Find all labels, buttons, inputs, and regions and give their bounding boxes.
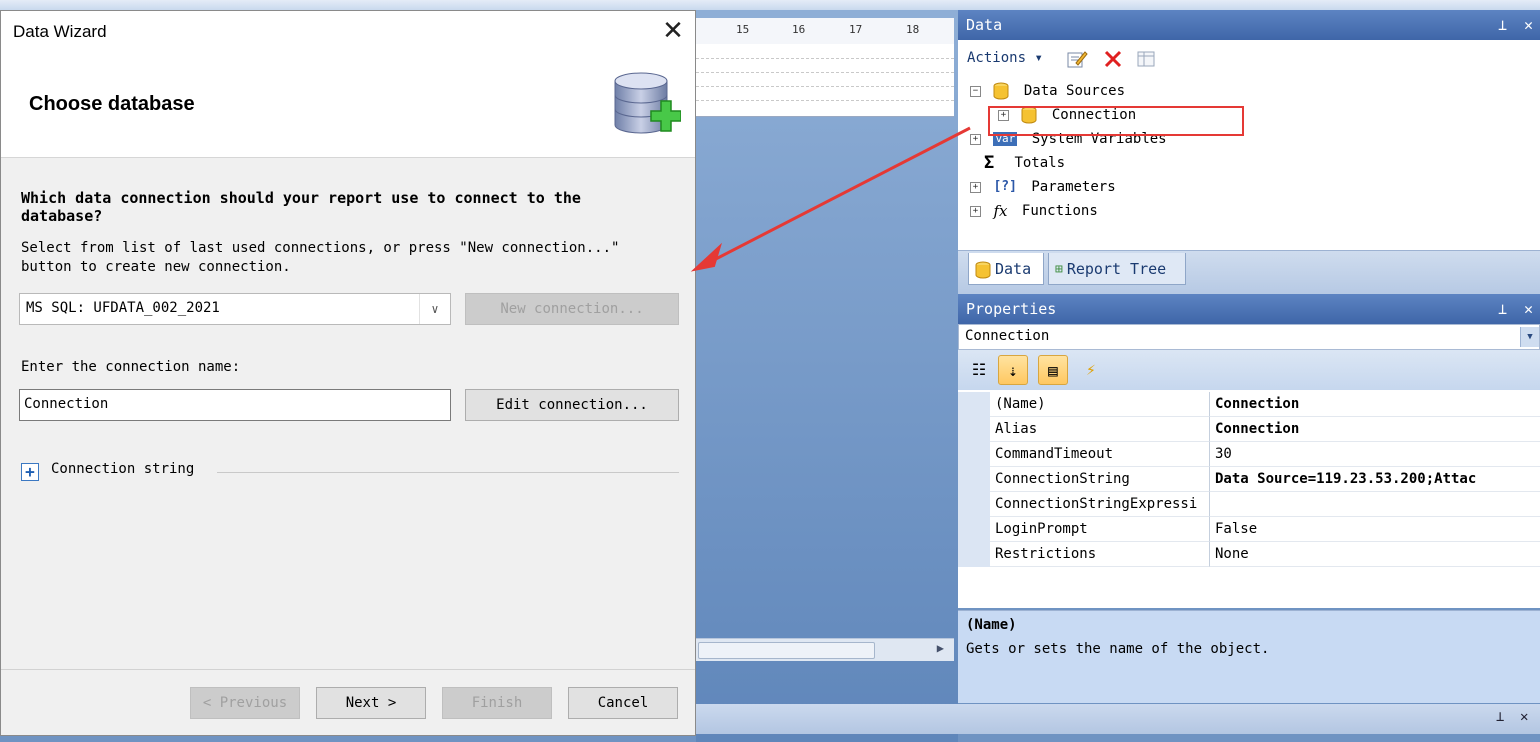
ruler-tick: 17: [849, 23, 863, 36]
object-selector[interactable]: Connection ▼: [958, 324, 1540, 350]
collapse-icon[interactable]: −: [970, 85, 981, 97]
property-value[interactable]: False: [1210, 517, 1540, 542]
ruler-tick: 18: [906, 23, 920, 36]
property-row[interactable]: Restrictions None: [958, 542, 1540, 567]
description-text: Gets or sets the name of the object.: [966, 641, 1270, 657]
property-value[interactable]: Data Source=119.23.53.200;Attac: [1210, 467, 1540, 492]
data-toolbar: Actions ▾: [958, 44, 1540, 74]
property-name: ConnectionStringExpressi: [990, 492, 1210, 517]
close-icon[interactable]: ✕: [661, 17, 685, 43]
sort-alphabetical-icon[interactable]: ⇣: [998, 355, 1028, 385]
database-icon: [993, 82, 1009, 100]
property-row[interactable]: (Name) Connection: [958, 392, 1540, 417]
property-value[interactable]: 30: [1210, 442, 1540, 467]
bottom-panel-title: ⊥ ✕: [696, 704, 1540, 734]
page-title: Choose database: [29, 93, 195, 115]
categorized-icon[interactable]: ☷: [964, 355, 994, 385]
property-description: (Name) Gets or sets the name of the obje…: [958, 610, 1540, 703]
chevron-down-icon[interactable]: ∨: [419, 294, 450, 324]
footer-divider: [1, 669, 695, 670]
question-text: Which data connection should your report…: [21, 189, 581, 225]
dialog-header: Data Wizard ✕ Choose database: [1, 11, 695, 158]
tree-item-data-sources[interactable]: − Data Sources: [970, 80, 1125, 102]
property-name: Restrictions: [990, 542, 1210, 567]
delete-icon[interactable]: [1103, 49, 1123, 69]
property-row[interactable]: Alias Connection: [958, 417, 1540, 442]
database-add-icon: [614, 72, 681, 134]
close-icon[interactable]: ✕: [1524, 294, 1533, 324]
property-grid: (Name) Connection Alias Connection Comma…: [958, 390, 1540, 608]
property-name: Alias: [990, 417, 1210, 442]
data-wizard-dialog: Data Wizard ✕ Choose database Which data…: [0, 10, 696, 736]
properties-toolbar: ☷ ⇣ ▤ ⚡: [958, 350, 1540, 391]
divider: [217, 472, 679, 473]
data-panel-title-text: Data: [966, 16, 1003, 34]
table-icon[interactable]: [1136, 49, 1158, 69]
cancel-button[interactable]: Cancel: [568, 687, 678, 719]
chevron-down-icon[interactable]: ▼: [1520, 327, 1539, 347]
edit-connection-button[interactable]: Edit connection...: [465, 389, 679, 421]
instructions-text: Select from list of last used connection…: [21, 240, 620, 275]
property-row[interactable]: ConnectionString Data Source=119.23.53.2…: [958, 467, 1540, 492]
property-pages-icon[interactable]: ▤: [1038, 355, 1068, 385]
new-connection-button[interactable]: New connection...: [465, 293, 679, 325]
data-panel-tabs: Data ⊞ Report Tree: [958, 250, 1540, 295]
property-value[interactable]: None: [1210, 542, 1540, 567]
property-value[interactable]: [1210, 492, 1540, 517]
property-row[interactable]: LoginPrompt False: [958, 517, 1540, 542]
highlight-box: [988, 106, 1244, 136]
property-name: (Name): [990, 392, 1210, 417]
description-title: (Name): [966, 617, 1017, 633]
close-icon[interactable]: ✕: [1524, 10, 1533, 40]
previous-button[interactable]: < Previous: [190, 687, 300, 719]
property-value[interactable]: Connection: [1210, 417, 1540, 442]
property-value[interactable]: Connection: [1210, 392, 1540, 417]
report-page[interactable]: [696, 44, 954, 117]
ruler-tick: 16: [792, 23, 806, 36]
events-icon[interactable]: ⚡: [1076, 355, 1106, 385]
pin-icon[interactable]: ⊥: [1496, 709, 1504, 725]
connection-select[interactable]: MS SQL: UFDATA_002_2021 ∨: [19, 293, 451, 325]
property-row[interactable]: ConnectionStringExpressi: [958, 492, 1540, 517]
horizontal-scrollbar[interactable]: ▶: [696, 638, 954, 661]
property-name: CommandTimeout: [990, 442, 1210, 467]
close-icon[interactable]: ✕: [1520, 709, 1528, 725]
expand-icon[interactable]: +: [21, 463, 39, 481]
pin-icon[interactable]: ⊥: [1498, 294, 1507, 324]
data-panel-title: Data ⊥ ✕: [958, 10, 1540, 40]
actions-menu[interactable]: Actions ▾: [967, 50, 1043, 66]
next-button[interactable]: Next >: [316, 687, 426, 719]
finish-button[interactable]: Finish: [442, 687, 552, 719]
connection-name-input[interactable]: Connection: [19, 389, 451, 421]
ruler-tick: 15: [736, 23, 750, 36]
property-name: ConnectionString: [990, 467, 1210, 492]
tab-report-tree[interactable]: ⊞ Report Tree: [1048, 253, 1186, 285]
annotation-arrow: [690, 126, 971, 272]
scrollbar-thumb[interactable]: [698, 642, 875, 659]
properties-panel-title: Properties ⊥ ✕: [958, 294, 1540, 324]
dialog-title: Data Wizard: [13, 22, 107, 41]
pin-icon[interactable]: ⊥: [1498, 10, 1507, 40]
data-tree: − Data Sources + Connection + var System…: [960, 76, 1538, 246]
horizontal-ruler: 15 16 17 18: [696, 18, 954, 45]
edit-icon[interactable]: [1066, 49, 1088, 69]
connection-name-label: Enter the connection name:: [21, 359, 241, 375]
property-row[interactable]: CommandTimeout 30: [958, 442, 1540, 467]
property-name: LoginPrompt: [990, 517, 1210, 542]
connection-string-label[interactable]: Connection string: [51, 461, 194, 477]
scroll-right-icon[interactable]: ▶: [937, 641, 944, 655]
tree-icon: ⊞: [1055, 261, 1063, 277]
